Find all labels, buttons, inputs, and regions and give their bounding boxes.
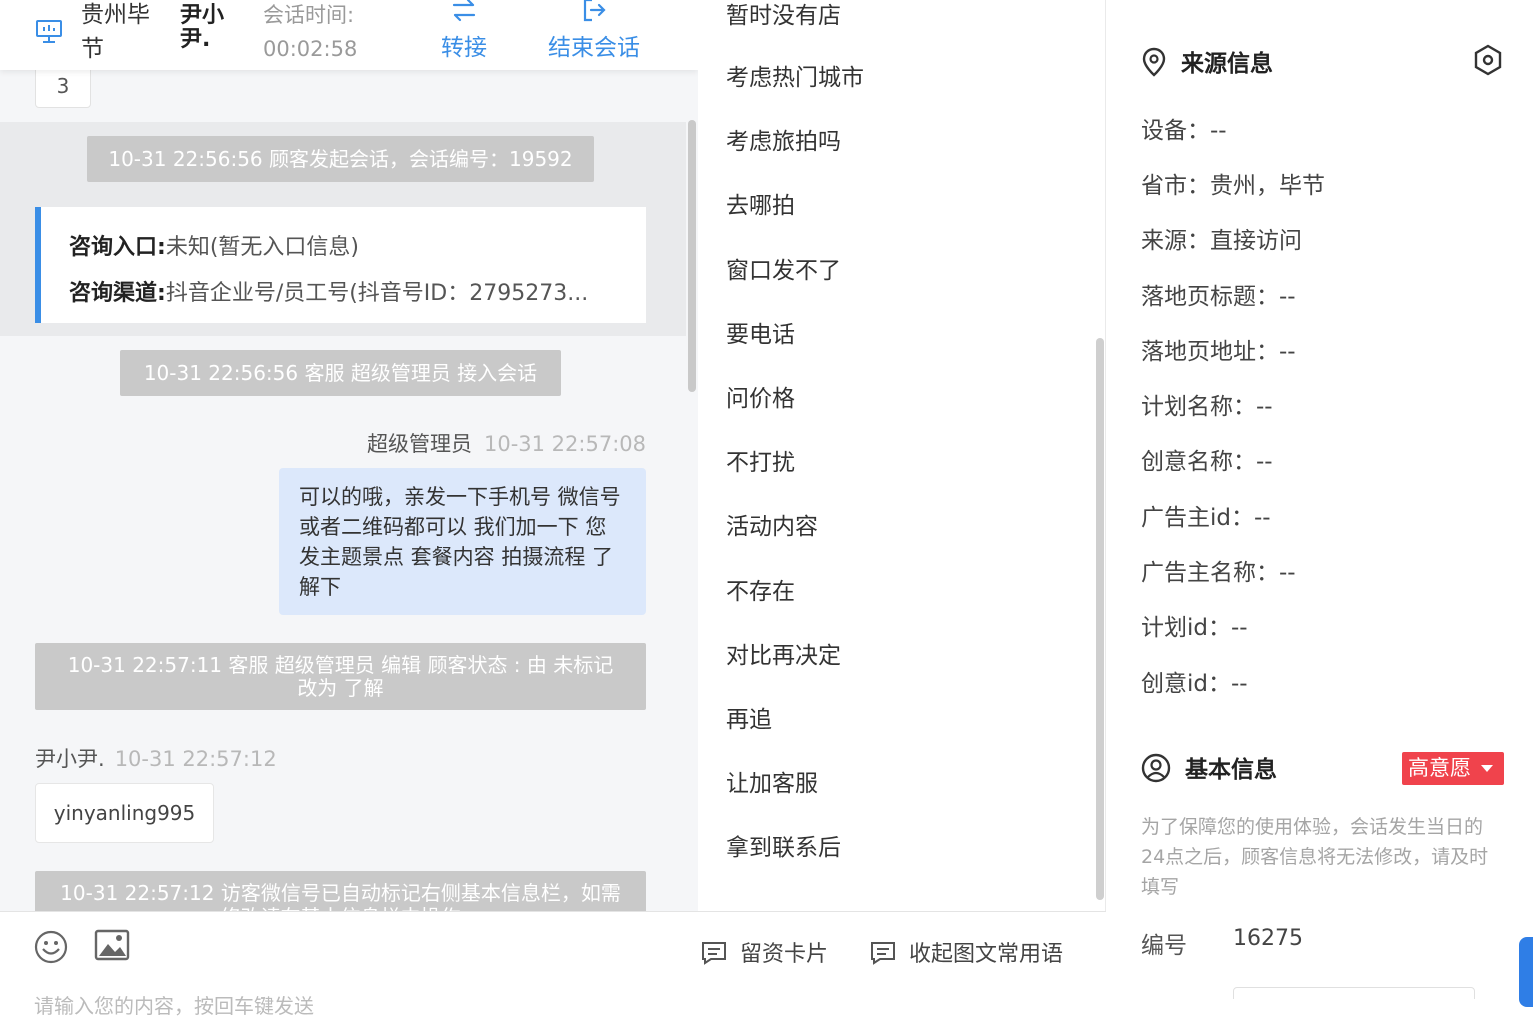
lead-card-button[interactable]: 留资卡片 — [700, 936, 828, 968]
agent-name: 超级管理员 — [366, 432, 472, 456]
chat-header: 贵州毕节 尹小尹. 会话时间: 00:02:58 转接 结束会话 — [0, 0, 698, 70]
source-field-advertiser-name: 广告主名称：-- — [1141, 560, 1296, 586]
agent-message-time: 10-31 22:57:08 — [483, 432, 646, 456]
consult-channel-label: 咨询渠道: — [69, 281, 166, 306]
basic-info-note: 为了保障您的使用体验，会话发生当日的24点之后，顾客信息将无法修改，请及时填写 — [1141, 816, 1489, 898]
message-count-chip: 3 — [35, 70, 91, 108]
message-card-icon — [702, 942, 726, 965]
end-session-button[interactable]: 结束会话 — [548, 0, 640, 62]
emoji-icon[interactable] — [34, 930, 68, 964]
source-field-plan-name: 计划名称：-- — [1141, 394, 1273, 420]
image-icon[interactable] — [94, 928, 130, 962]
customer-id-label: 编号 — [1141, 933, 1187, 959]
session-time-label: 会话时间: — [263, 3, 355, 27]
transfer-label: 转接 — [441, 35, 487, 61]
phrase-item[interactable]: 不存在 — [726, 572, 795, 606]
phrase-item[interactable]: 窗口发不了 — [726, 251, 841, 285]
user-circle-icon — [1141, 753, 1171, 783]
system-message-join: 10-31 22:56:56 客服 超级管理员 接入会话 — [120, 350, 561, 396]
caret-down-icon — [1481, 765, 1493, 772]
consult-entry-line: 咨询入口:未知(暂无入口信息) — [69, 229, 359, 261]
phrase-item[interactable]: 活动内容 — [726, 507, 818, 541]
common-phrases-panel: 暂时没有店 考虑热门城市 考虑旅拍吗 去哪拍 窗口发不了 要电话 问价格 不打扰… — [698, 0, 1106, 912]
agent-message-meta: 超级管理员 10-31 22:57:08 — [367, 428, 646, 458]
consult-channel-value: 抖音企业号/员工号(抖音号ID：2795273... — [165, 281, 589, 306]
transfer-button[interactable]: 转接 — [441, 0, 487, 62]
consult-channel-line: 咨询渠道:抖音企业号/员工号(抖音号ID：2795273... — [69, 275, 629, 307]
phrase-item[interactable]: 考虑旅拍吗 — [726, 122, 841, 156]
source-field-creative-name: 创意名称：-- — [1141, 449, 1273, 475]
source-field-landing-title: 落地页标题：-- — [1141, 284, 1296, 310]
intent-level-label: 高意愿 — [1408, 756, 1471, 780]
chat-panel: 贵州毕节 尹小尹. 会话时间: 00:02:58 转接 结束会话 3 10-31… — [0, 0, 698, 999]
visitor-name: 尹小尹. — [180, 3, 225, 52]
collapse-phrases-button[interactable]: 收起图文常用语 — [869, 936, 1063, 968]
location-pin-icon — [1142, 47, 1166, 77]
visitor-message-name: 尹小尹. — [35, 747, 105, 771]
phrase-item[interactable]: 再追 — [726, 700, 772, 734]
source-field-plan-id: 计划id：-- — [1141, 615, 1248, 641]
source-field-creative-id: 创意id：-- — [1141, 671, 1248, 697]
floating-side-tab[interactable] — [1519, 937, 1533, 1007]
system-message-wechat: 10-31 22:57:12 访客微信号已自动标记右侧基本信息栏，如需修改请在基… — [35, 871, 646, 912]
settings-icon[interactable] — [1473, 44, 1503, 76]
intent-level-dropdown[interactable]: 高意愿 — [1402, 752, 1504, 785]
chat-scrollbar[interactable] — [688, 120, 696, 392]
lead-card-label: 留资卡片 — [740, 942, 829, 967]
visitor-message-bubble: yinyanling995 — [35, 783, 214, 843]
visitor-message-time: 10-31 22:57:12 — [114, 747, 277, 771]
message-list-icon — [871, 942, 895, 965]
message-input-area: 请输入您的内容，按回车键发送 留资卡片 收起图文常用语 — [0, 911, 1106, 1018]
logout-icon — [583, 0, 606, 22]
session-time: 00:02:58 — [263, 37, 358, 61]
phrase-item[interactable]: 不打扰 — [726, 443, 795, 477]
phrase-item[interactable]: 要电话 — [726, 315, 795, 349]
consult-entry-value: 未知(暂无入口信息) — [165, 235, 359, 260]
end-session-label: 结束会话 — [548, 35, 640, 61]
visitor-message-meta: 尹小尹. 10-31 22:57:12 — [35, 743, 277, 773]
phrase-item[interactable]: 让加客服 — [726, 764, 818, 798]
customer-id-value: 16275 — [1233, 926, 1303, 951]
consult-entry-label: 咨询入口: — [69, 235, 166, 260]
next-field-input[interactable] — [1233, 987, 1475, 999]
basic-info-title-text: 基本信息 — [1185, 757, 1277, 783]
source-info-title-text: 来源信息 — [1181, 51, 1273, 77]
chat-messages[interactable]: 3 10-31 22:56:56 顾客发起会话，会话编号：19592 咨询入口:… — [0, 70, 698, 912]
source-field-advertiser-id: 广告主id：-- — [1141, 505, 1271, 531]
message-input[interactable]: 请输入您的内容，按回车键发送 — [34, 990, 314, 1019]
source-field-device: 设备：-- — [1141, 118, 1227, 144]
source-field-province-city: 省市：贵州，毕节 — [1141, 173, 1325, 199]
source-field-source: 来源：直接访问 — [1141, 228, 1302, 254]
phrase-item[interactable]: 问价格 — [726, 379, 795, 413]
phrase-item[interactable]: 去哪拍 — [726, 186, 795, 220]
phrase-item[interactable]: 暂时没有店 — [726, 0, 841, 30]
system-message-edit: 10-31 22:57:11 客服 超级管理员 编辑 顾客状态 : 由 未标记 … — [35, 643, 646, 710]
visitor-location: 贵州毕节 — [81, 2, 150, 62]
agent-message-bubble: 可以的哦，亲发一下手机号 微信号或者二维码都可以 我们加一下 您发主题景点 套餐… — [279, 468, 646, 615]
collapse-phrases-label: 收起图文常用语 — [909, 942, 1064, 967]
customer-info-panel: 来源信息 设备：-- 省市：贵州，毕节 来源：直接访问 落地页标题：-- 落地页… — [1107, 0, 1533, 999]
source-info-title: 来源信息 — [1141, 44, 1273, 78]
basic-info-title: 基本信息 — [1141, 750, 1277, 784]
monitor-icon — [36, 20, 62, 43]
source-field-landing-url: 落地页地址：-- — [1141, 339, 1296, 365]
consult-info-card: 咨询入口:未知(暂无入口信息) 咨询渠道:抖音企业号/员工号(抖音号ID：279… — [35, 207, 646, 323]
system-message-start: 10-31 22:56:56 顾客发起会话，会话编号：19592 — [87, 136, 594, 182]
phrase-item[interactable]: 拿到联系后 — [726, 828, 841, 862]
phrases-scrollbar[interactable] — [1096, 338, 1104, 900]
transfer-icon — [452, 0, 476, 22]
phrase-item[interactable]: 对比再决定 — [726, 636, 841, 670]
phrase-item[interactable]: 考虑热门城市 — [726, 58, 864, 92]
